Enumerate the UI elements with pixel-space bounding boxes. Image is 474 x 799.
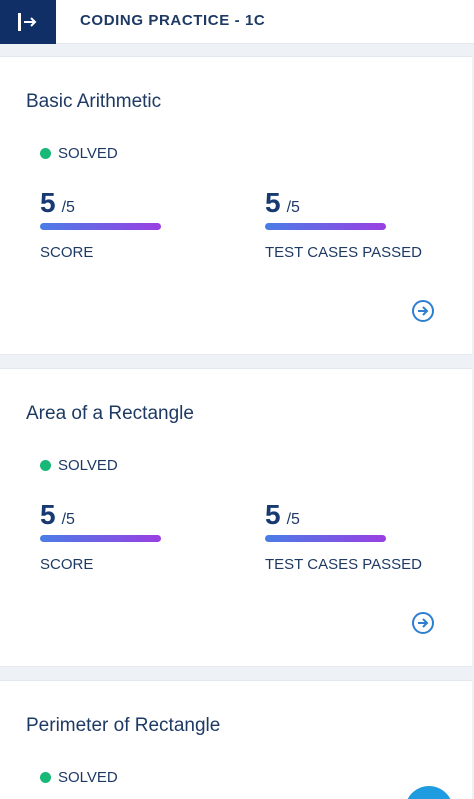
problem-card: Basic Arithmetic SOLVED 5/5 SCORE 5/5 TE…	[0, 56, 472, 355]
score-label: SCORE	[40, 244, 94, 261]
status-text: SOLVED	[58, 457, 118, 474]
arrow-right-circle-icon	[418, 618, 429, 628]
score-total: /5	[61, 511, 75, 528]
page-title: CODING PRACTICE - 1C	[80, 12, 266, 29]
status-badge: SOLVED	[40, 457, 118, 474]
sidebar-toggle-button[interactable]	[0, 0, 56, 44]
score-progress-bar	[40, 223, 161, 230]
problem-title: Perimeter of Rectangle	[26, 715, 221, 736]
status-text: SOLVED	[58, 769, 118, 786]
test-cases-metric: 5/5 TEST CASES PASSED	[265, 499, 422, 573]
test-cases-value: 5	[265, 187, 281, 218]
arrow-right-circle-icon	[418, 306, 429, 316]
score-total: /5	[61, 199, 75, 216]
score-value: 5	[40, 499, 56, 530]
score-value: 5	[40, 187, 56, 218]
solved-status-dot	[40, 148, 51, 159]
test-cases-label: TEST CASES PASSED	[265, 244, 422, 261]
score-progress-fill	[40, 535, 161, 542]
score-label: SCORE	[40, 556, 94, 573]
test-cases-label: TEST CASES PASSED	[265, 556, 422, 573]
solved-status-dot	[40, 460, 51, 471]
problem-card: Area of a Rectangle SOLVED 5/5 SCORE 5/5…	[0, 368, 472, 667]
problem-card: Perimeter of Rectangle SOLVED	[0, 680, 472, 799]
test-cases-progress-bar	[265, 535, 386, 542]
problem-title: Area of a Rectangle	[26, 403, 194, 424]
score-metric: 5/5 SCORE	[40, 187, 161, 261]
test-cases-metric: 5/5 TEST CASES PASSED	[265, 187, 422, 261]
test-cases-total: /5	[286, 199, 300, 216]
top-bar: CODING PRACTICE - 1C	[0, 0, 474, 44]
test-cases-value: 5	[265, 499, 281, 530]
open-problem-button[interactable]	[412, 300, 434, 322]
score-metric: 5/5 SCORE	[40, 499, 161, 573]
test-cases-progress-bar	[265, 223, 386, 230]
open-problem-button[interactable]	[412, 612, 434, 634]
solved-status-dot	[40, 772, 51, 783]
test-cases-progress-fill	[265, 223, 386, 230]
status-badge: SOLVED	[40, 145, 118, 162]
test-cases-total: /5	[286, 511, 300, 528]
sidebar-expand-icon	[18, 13, 37, 31]
test-cases-progress-fill	[265, 535, 386, 542]
score-progress-fill	[40, 223, 161, 230]
problem-title: Basic Arithmetic	[26, 91, 162, 112]
status-badge: SOLVED	[40, 769, 118, 786]
score-progress-bar	[40, 535, 161, 542]
status-text: SOLVED	[58, 145, 118, 162]
